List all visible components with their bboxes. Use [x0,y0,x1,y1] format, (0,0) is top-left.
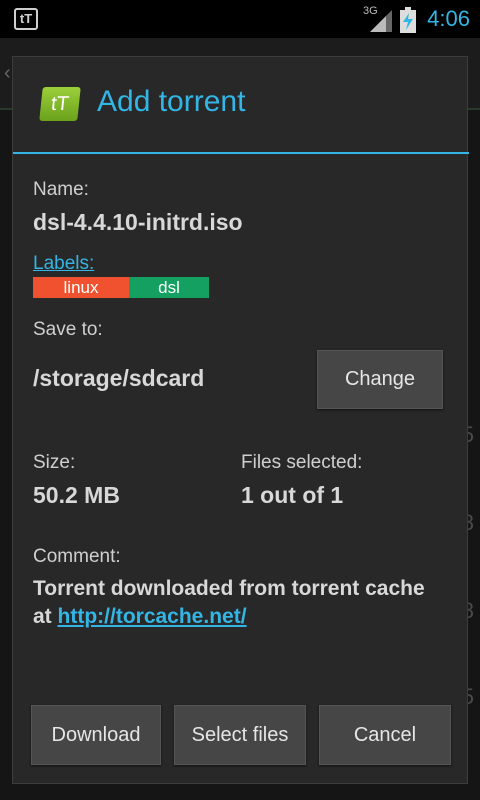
download-button[interactable]: Download [31,705,161,765]
comment-text: Torrent downloaded from torrent cache at… [33,575,433,631]
clock: 4:06 [427,6,470,31]
header-divider [13,152,469,154]
status-bar: tT 3G 4:06 [0,0,480,38]
label-tag-dsl: dsl [129,277,209,298]
dialog-title: Add torrent [97,85,246,118]
add-torrent-dialog: tT Add torrent Name: dsl-4.4.10-initrd.i… [12,56,469,784]
torrent-name: dsl-4.4.10-initrd.iso [33,209,243,235]
comment-label: Comment: [33,546,121,567]
files-selected-label: Files selected: [241,452,363,473]
label-tag-linux: linux [33,277,129,298]
back-chevron-icon: ‹ [4,62,11,84]
select-files-button[interactable]: Select files [174,705,306,765]
save-to-label: Save to: [33,319,103,340]
save-path: /storage/sdcard [33,365,205,391]
app-logo-icon: tT [39,87,81,121]
labels-link[interactable]: Labels: [33,253,94,275]
comment-link[interactable]: http://torcache.net/ [58,605,247,628]
signal-icon [370,10,392,32]
battery-charging-icon [400,7,416,33]
files-selected-value: 1 out of 1 [241,482,344,508]
name-label: Name: [33,179,89,200]
change-button[interactable]: Change [317,350,443,409]
size-value: 50.2 MB [33,482,120,508]
size-label: Size: [33,452,76,473]
dialog-header: tT Add torrent [13,57,469,153]
cancel-button[interactable]: Cancel [319,705,451,765]
app-notification-icon: tT [14,8,38,30]
